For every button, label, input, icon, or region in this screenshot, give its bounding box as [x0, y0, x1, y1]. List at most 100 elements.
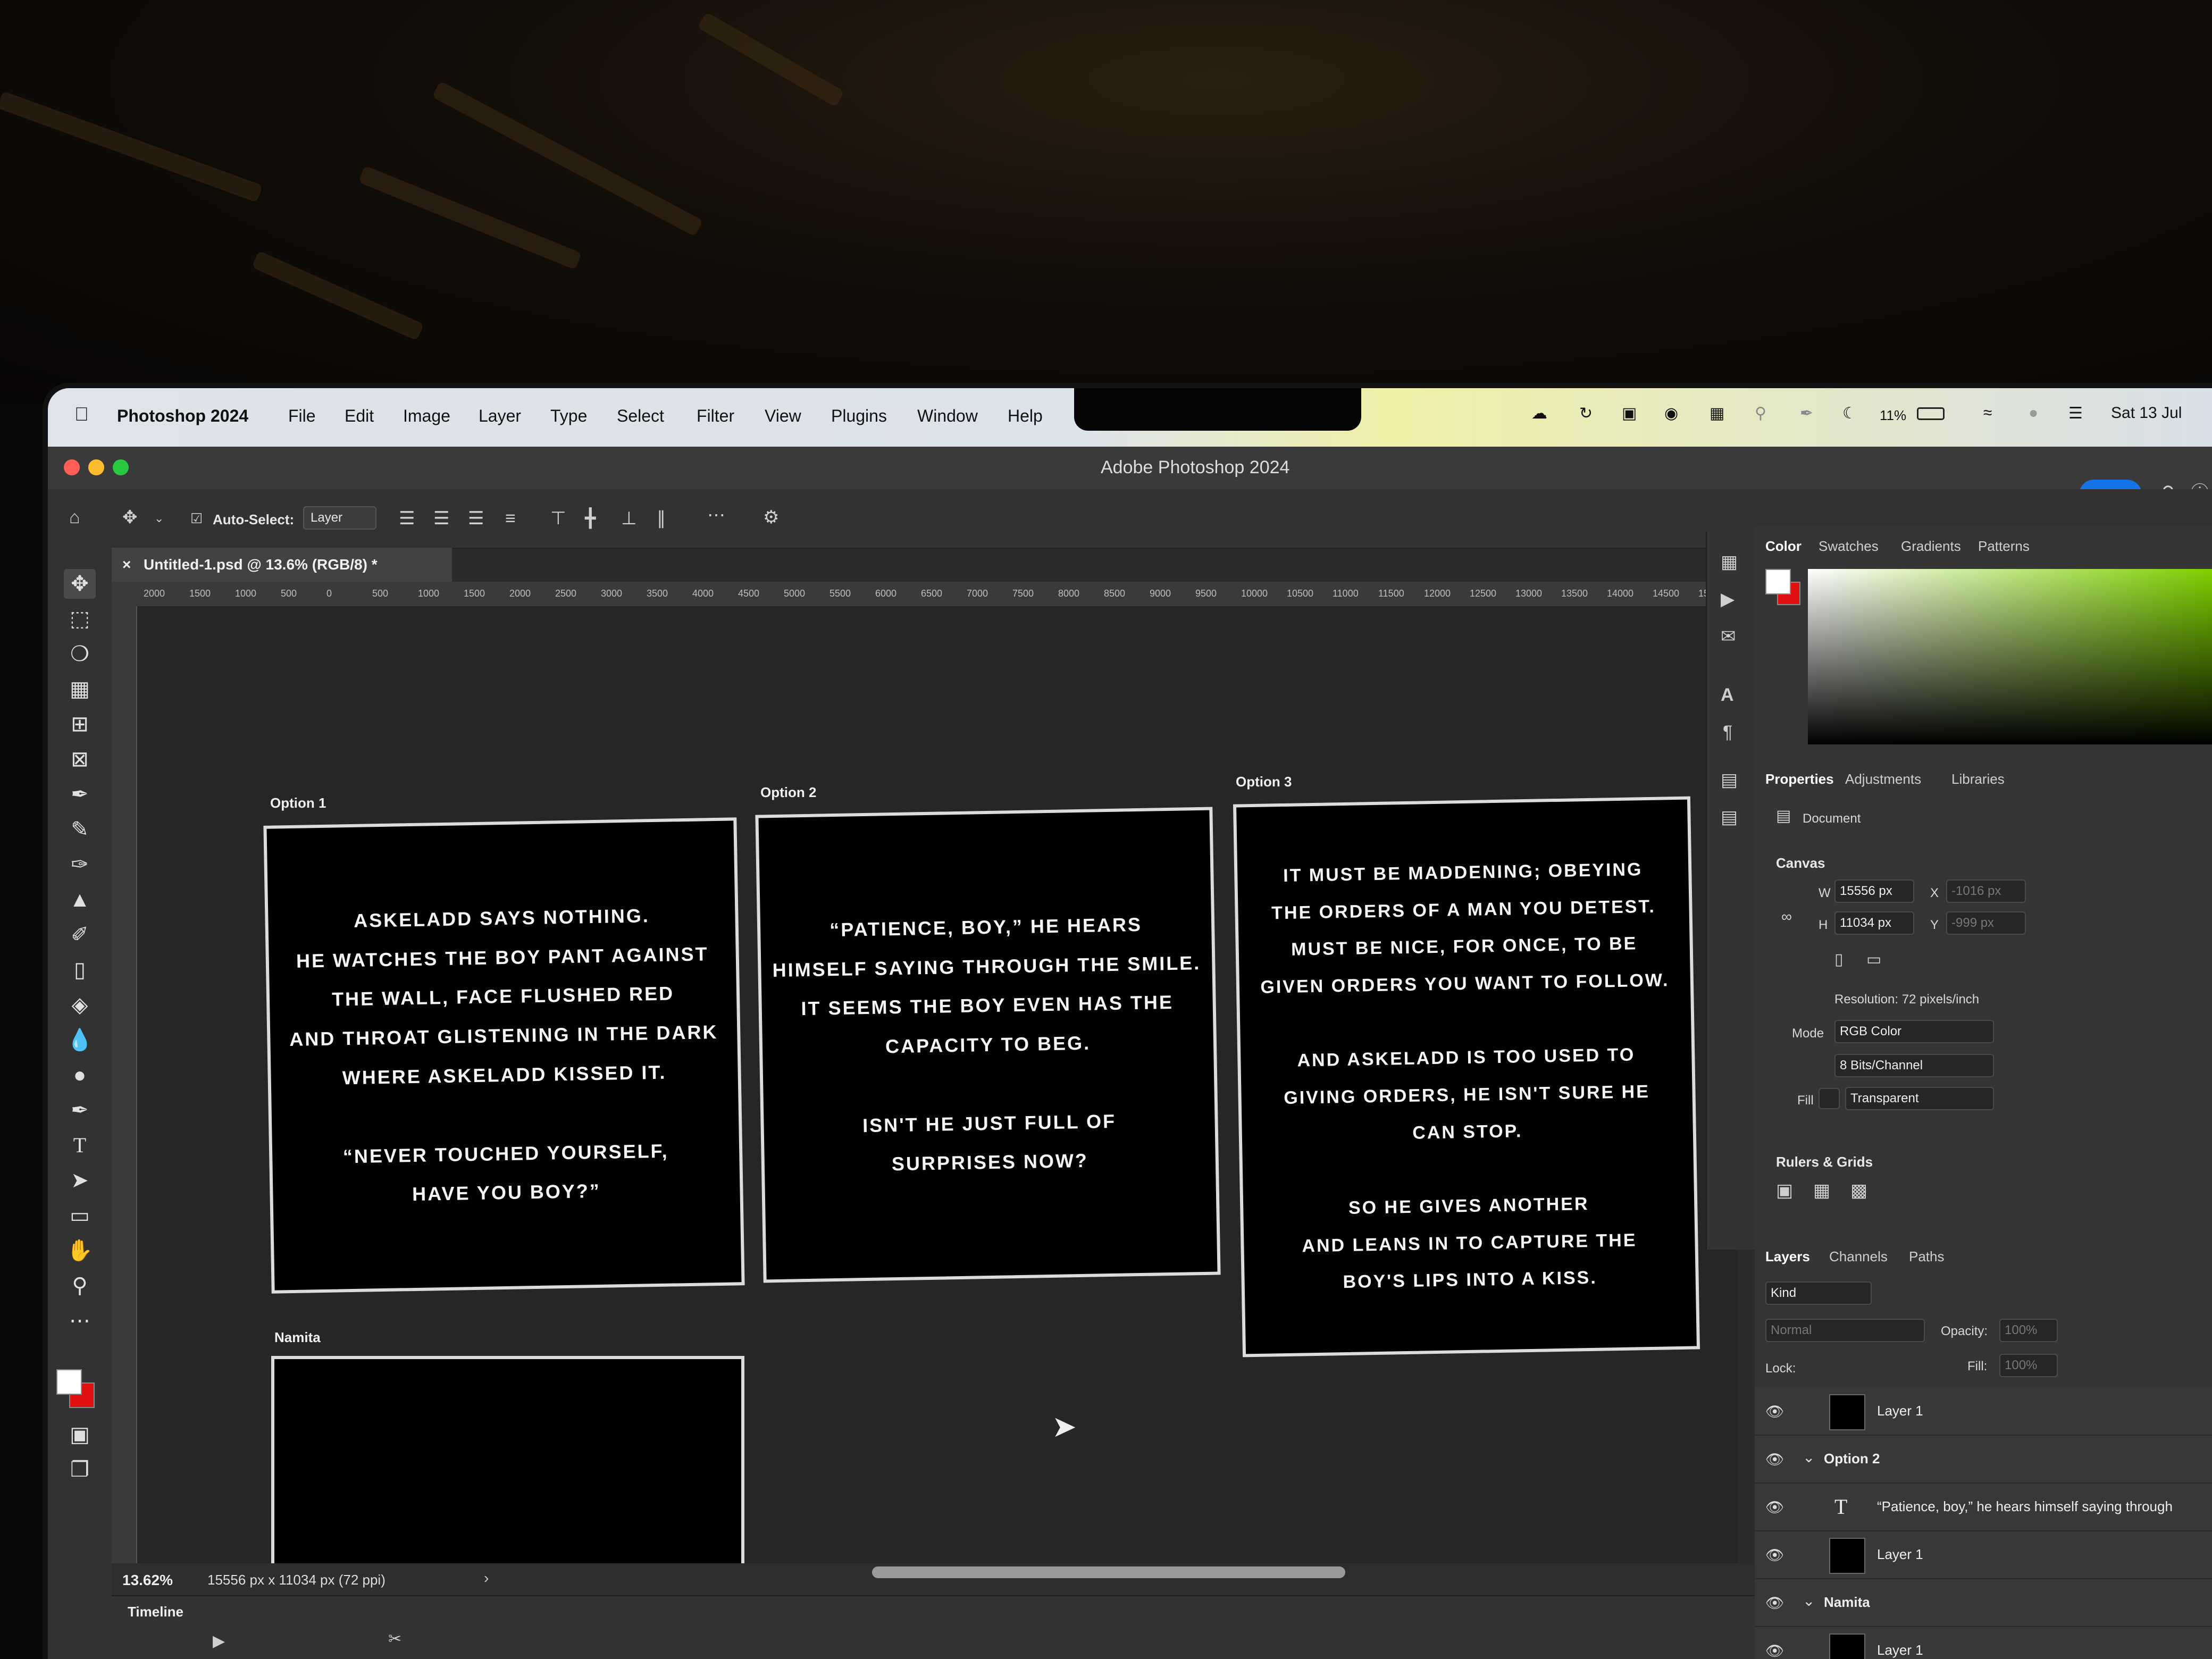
- color-panel-foreground-swatch[interactable]: [1765, 569, 1791, 594]
- screen-mode-icon[interactable]: ❐: [64, 1455, 96, 1485]
- close-tab-icon[interactable]: ×: [122, 548, 131, 582]
- zoom-level[interactable]: 13.62%: [122, 1572, 173, 1589]
- landscape-orientation-icon[interactable]: ▭: [1866, 952, 1881, 968]
- close-window-button[interactable]: [64, 459, 80, 475]
- menu-window[interactable]: Window: [917, 406, 978, 426]
- menu-select[interactable]: Select: [617, 406, 664, 426]
- portrait-orientation-icon[interactable]: ▯: [1834, 952, 1844, 968]
- visibility-eye-icon[interactable]: 👁: [1765, 1642, 1784, 1659]
- menu-plugins[interactable]: Plugins: [831, 406, 887, 426]
- pen-icon[interactable]: ✒: [1800, 404, 1813, 423]
- align-middle-icon[interactable]: ╋: [585, 509, 596, 527]
- visibility-eye-icon[interactable]: 👁: [1765, 1451, 1784, 1468]
- history-icon[interactable]: ▦: [1721, 553, 1738, 571]
- canvas-workspace[interactable]: Option 1 Askeladd says nothing. He watch…: [137, 606, 1738, 1601]
- zoom-window-button[interactable]: [113, 459, 129, 475]
- artboard-label-namita[interactable]: Namita: [274, 1329, 321, 1346]
- menu-edit[interactable]: Edit: [345, 406, 374, 426]
- stamp-tool[interactable]: ▲: [64, 885, 96, 915]
- tab-paths[interactable]: Paths: [1909, 1249, 1945, 1265]
- menu-app-name[interactable]: Photoshop 2024: [117, 406, 248, 426]
- play-icon[interactable]: ▶: [213, 1633, 225, 1649]
- menu-file[interactable]: File: [288, 406, 316, 426]
- artboard-option-2[interactable]: “Patience, boy,” he hears himself saying…: [755, 807, 1221, 1283]
- menu-help[interactable]: Help: [1008, 406, 1043, 426]
- tab-libraries[interactable]: Libraries: [1951, 771, 2005, 787]
- app-status-icon[interactable]: ▣: [1622, 404, 1637, 423]
- control-center-icon[interactable]: ☰: [2068, 404, 2083, 423]
- link-icon[interactable]: ∞: [1781, 909, 1792, 924]
- visibility-eye-icon[interactable]: 👁: [1765, 1546, 1784, 1564]
- color-picker-field[interactable]: [1808, 569, 2212, 744]
- fill-opacity-field[interactable]: 100%: [1999, 1354, 2058, 1377]
- crop-tool[interactable]: ⊞: [64, 709, 96, 739]
- auto-select-dropdown[interactable]: Layer: [303, 506, 376, 530]
- object-select-tool[interactable]: ▦: [64, 674, 96, 704]
- chevron-down-icon[interactable]: ⌄: [1803, 1592, 1815, 1610]
- eraser-tool[interactable]: ▯: [64, 955, 96, 985]
- menu-filter[interactable]: Filter: [697, 406, 734, 426]
- record-icon[interactable]: ◉: [1664, 404, 1678, 423]
- tab-properties[interactable]: Properties: [1765, 771, 1834, 787]
- gear-icon[interactable]: ⚙: [763, 508, 779, 526]
- rulers-icon[interactable]: ▣: [1776, 1182, 1793, 1200]
- pen-tool[interactable]: ✒: [64, 1095, 96, 1125]
- more-tools-icon[interactable]: ⋯: [64, 1306, 96, 1336]
- grid-icon[interactable]: ▦: [1813, 1182, 1830, 1200]
- key-icon[interactable]: ⚲: [1755, 404, 1766, 423]
- foreground-color-swatch[interactable]: [56, 1369, 82, 1395]
- healing-brush-tool[interactable]: ✎: [64, 815, 96, 844]
- fill-dropdown[interactable]: Transparent: [1845, 1087, 1994, 1110]
- align-left-icon[interactable]: ☰: [399, 509, 415, 527]
- mode-dropdown[interactable]: RGB Color: [1834, 1020, 1994, 1043]
- menu-image[interactable]: Image: [403, 406, 450, 426]
- menu-type[interactable]: Type: [550, 406, 587, 426]
- height-field[interactable]: 11034 px: [1834, 911, 1914, 935]
- chevron-right-icon[interactable]: ›: [484, 1570, 489, 1587]
- rulers-grids-section-header[interactable]: Rulers & Grids: [1776, 1154, 1873, 1170]
- user-icon[interactable]: ●: [2029, 404, 2038, 422]
- artboard-label-option-2[interactable]: Option 2: [760, 784, 816, 801]
- character-icon[interactable]: A: [1721, 686, 1734, 704]
- path-select-tool[interactable]: ➤: [64, 1166, 96, 1195]
- chevron-down-icon[interactable]: ⌄: [154, 513, 164, 524]
- zoom-tool[interactable]: ⚲: [64, 1271, 96, 1301]
- actions-play-icon[interactable]: ▶: [1721, 590, 1735, 608]
- artboard-label-option-3[interactable]: Option 3: [1236, 774, 1292, 790]
- blur-tool[interactable]: 💧: [64, 1025, 96, 1055]
- menu-layer[interactable]: Layer: [479, 406, 521, 426]
- distribute-icon[interactable]: ≡: [505, 509, 516, 527]
- align-top-icon[interactable]: ⊤: [550, 509, 566, 527]
- scissors-icon[interactable]: ✂: [388, 1631, 401, 1647]
- wifi-icon[interactable]: ≈: [1983, 404, 1992, 422]
- tab-swatches[interactable]: Swatches: [1819, 538, 1879, 555]
- document-tab[interactable]: × Untitled-1.psd @ 13.6% (RGB/8) *: [112, 548, 452, 582]
- layer-filter-kind[interactable]: Kind: [1765, 1281, 1872, 1305]
- frame-tool[interactable]: ⊠: [64, 744, 96, 774]
- comments-icon[interactable]: ✉: [1721, 627, 1736, 646]
- y-field[interactable]: -999 px: [1946, 911, 2026, 935]
- binoculars-icon[interactable]: ▦: [1710, 404, 1724, 423]
- bit-depth-dropdown[interactable]: 8 Bits/Channel: [1834, 1054, 1994, 1077]
- layer-group-row[interactable]: 👁 ⌄ Option 2: [1755, 1436, 2212, 1484]
- opacity-field[interactable]: 100%: [1999, 1319, 2058, 1342]
- align-right-icon[interactable]: ☰: [468, 509, 484, 527]
- layer-row[interactable]: 👁 Layer 1: [1755, 1627, 2212, 1659]
- width-field[interactable]: 15556 px: [1834, 879, 1914, 903]
- artboard-option-3[interactable]: It must be maddening; obeying the orders…: [1233, 796, 1700, 1358]
- layer-row[interactable]: 👁 Layer 1: [1755, 1388, 2212, 1436]
- quick-mask-icon[interactable]: ▣: [64, 1420, 96, 1449]
- tab-adjustments[interactable]: Adjustments: [1845, 771, 1921, 787]
- minimize-window-button[interactable]: [88, 459, 104, 475]
- menu-view[interactable]: View: [765, 406, 801, 426]
- fill-swatch[interactable]: [1819, 1088, 1840, 1109]
- apple-icon[interactable]: : [74, 403, 89, 425]
- notes-icon[interactable]: ▤: [1721, 808, 1738, 826]
- lasso-tool[interactable]: ❍: [64, 639, 96, 669]
- layer-row[interactable]: 👁 Layer 1: [1755, 1531, 2212, 1579]
- tab-layers[interactable]: Layers: [1765, 1249, 1810, 1265]
- artboard-label-option-1[interactable]: Option 1: [270, 795, 326, 811]
- moon-icon[interactable]: ☾: [1842, 404, 1857, 423]
- canvas-section-header[interactable]: Canvas: [1776, 855, 1825, 872]
- visibility-eye-icon[interactable]: 👁: [1765, 1594, 1784, 1612]
